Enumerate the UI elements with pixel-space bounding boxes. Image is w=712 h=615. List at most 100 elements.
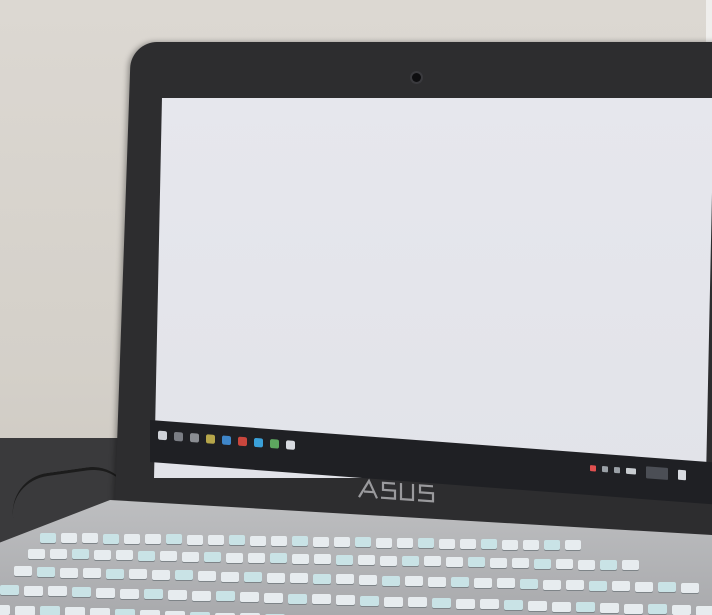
keyboard-key[interactable]: [418, 538, 434, 549]
keyboard-key[interactable]: [208, 535, 224, 546]
keyboard-key[interactable]: [103, 533, 119, 544]
keyboard-key[interactable]: [0, 604, 10, 615]
keyboard-key[interactable]: [359, 574, 377, 585]
keyboard-key[interactable]: [520, 579, 538, 589]
keyboard-key[interactable]: [192, 590, 211, 601]
keyboard-key[interactable]: [622, 560, 639, 571]
keyboard-key[interactable]: [460, 538, 476, 549]
keyboard-key[interactable]: [40, 532, 56, 543]
keyboard-key[interactable]: [124, 533, 140, 544]
keyboard-key[interactable]: [556, 559, 573, 570]
keyboard-key[interactable]: [292, 553, 309, 564]
keyboard-key[interactable]: [50, 549, 67, 559]
keyboard-key[interactable]: [672, 605, 691, 615]
keyboard-key[interactable]: [14, 566, 32, 577]
system-tray-icon[interactable]: [626, 467, 636, 475]
keyboard-key[interactable]: [336, 595, 355, 606]
keyboard-key[interactable]: [0, 585, 19, 595]
keyboard-key[interactable]: [264, 592, 283, 603]
keyboard-key[interactable]: [534, 558, 551, 569]
keyboard-key[interactable]: [198, 570, 216, 581]
keyboard-key[interactable]: [490, 557, 507, 568]
keyboard-key[interactable]: [120, 588, 139, 599]
keyboard-key[interactable]: [681, 583, 699, 594]
keyboard-key[interactable]: [60, 567, 78, 578]
keyboard-key[interactable]: [512, 558, 529, 569]
keyboard-key[interactable]: [314, 554, 331, 565]
system-tray-icon[interactable]: [602, 465, 608, 473]
keyboard-key[interactable]: [446, 556, 463, 567]
keyboard-key[interactable]: [182, 551, 199, 562]
keyboard-key[interactable]: [566, 580, 584, 591]
keyboard-key[interactable]: [248, 552, 265, 563]
keyboard-key[interactable]: [474, 577, 492, 588]
taskbar-app-icon[interactable]: [206, 434, 215, 444]
taskbar-app-icon[interactable]: [254, 437, 263, 448]
keyboard-key[interactable]: [428, 576, 446, 587]
system-tray-icon[interactable]: [590, 465, 596, 472]
keyboard-key[interactable]: [382, 575, 400, 586]
keyboard-key[interactable]: [216, 591, 235, 602]
keyboard-key[interactable]: [432, 597, 451, 608]
keyboard-key[interactable]: [600, 560, 617, 570]
keyboard-key[interactable]: [600, 603, 619, 613]
keyboard-key[interactable]: [15, 605, 35, 615]
keyboard-key[interactable]: [648, 604, 667, 615]
taskbar-app-icon[interactable]: [270, 439, 279, 449]
taskbar-app-icon[interactable]: [238, 436, 247, 447]
keyboard-key[interactable]: [82, 533, 98, 544]
keyboard-key[interactable]: [165, 610, 185, 615]
keyboard-key[interactable]: [334, 537, 350, 547]
keyboard-key[interactable]: [129, 569, 147, 580]
keyboard-key[interactable]: [72, 549, 89, 560]
keyboard-key[interactable]: [502, 539, 518, 550]
keyboard-key[interactable]: [376, 537, 392, 548]
keyboard-key[interactable]: [589, 580, 607, 591]
keyboard-key[interactable]: [468, 557, 485, 568]
keyboard-key[interactable]: [144, 589, 163, 600]
keyboard-key[interactable]: [204, 552, 221, 563]
keyboard-key[interactable]: [90, 608, 110, 615]
taskbar-app-icon[interactable]: [190, 433, 199, 443]
keyboard-key[interactable]: [384, 596, 403, 607]
notification-icon[interactable]: [678, 469, 686, 481]
keyboard-key[interactable]: [397, 537, 413, 548]
keyboard-key[interactable]: [61, 532, 77, 543]
keyboard-key[interactable]: [336, 574, 354, 585]
keyboard-key[interactable]: [115, 609, 135, 615]
keyboard-key[interactable]: [578, 559, 595, 570]
keyboard-key[interactable]: [355, 537, 371, 548]
keyboard-key[interactable]: [481, 539, 497, 550]
keyboard-key[interactable]: [576, 602, 595, 613]
keyboard-key[interactable]: [187, 534, 203, 545]
keyboard-key[interactable]: [244, 572, 262, 583]
taskbar-app-icon[interactable]: [222, 435, 231, 446]
keyboard-key[interactable]: [313, 536, 329, 547]
keyboard-key[interactable]: [175, 570, 193, 581]
keyboard-key[interactable]: [552, 601, 571, 612]
keyboard-key[interactable]: [543, 579, 561, 590]
keyboard-key[interactable]: [544, 540, 560, 551]
keyboard-key[interactable]: [358, 555, 375, 566]
keyboard-key[interactable]: [250, 535, 266, 546]
keyboard-key[interactable]: [229, 535, 245, 546]
keyboard-key[interactable]: [290, 573, 308, 584]
keyboard-key[interactable]: [360, 595, 379, 606]
keyboard-key[interactable]: [402, 556, 419, 567]
keyboard-key[interactable]: [612, 581, 630, 592]
keyboard-key[interactable]: [528, 600, 547, 611]
keyboard-key[interactable]: [221, 571, 239, 582]
keyboard-key[interactable]: [424, 556, 441, 567]
keyboard-key[interactable]: [313, 573, 331, 584]
keyboard-key[interactable]: [270, 553, 287, 564]
keyboard-key[interactable]: [226, 552, 243, 563]
keyboard-key[interactable]: [456, 598, 475, 609]
keyboard-key[interactable]: [48, 586, 67, 597]
keyboard-key[interactable]: [635, 581, 653, 592]
keyboard-key[interactable]: [37, 566, 55, 577]
keyboard-key[interactable]: [408, 597, 427, 608]
keyboard-key[interactable]: [106, 568, 124, 579]
keyboard-key[interactable]: [439, 538, 455, 549]
keyboard-key[interactable]: [116, 550, 133, 561]
keyboard-key[interactable]: [523, 539, 539, 550]
